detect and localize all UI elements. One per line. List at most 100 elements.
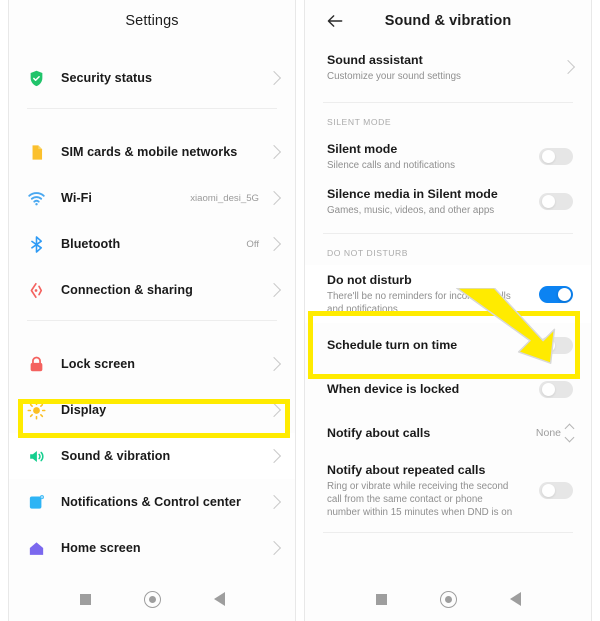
speaker-volume-icon	[27, 447, 61, 466]
list-item-when-device-is-locked[interactable]: When device is locked	[305, 367, 591, 411]
stepper-value: None	[535, 427, 561, 439]
list-item-subtitle: Customize your sound settings	[327, 70, 461, 82]
sidebar-item-connection-sharing[interactable]: Connection & sharing	[9, 267, 295, 313]
back-arrow-icon[interactable]	[325, 11, 345, 31]
list-item-control: None	[535, 423, 575, 443]
sidebar-item-label: Bluetooth	[61, 237, 121, 251]
sidebar-item-sound-vibration[interactable]: Sound & vibration	[9, 433, 295, 479]
sidebar-item-label: Wi-Fi	[61, 191, 92, 205]
sidebar-item-lock-screen[interactable]: Lock screen	[9, 341, 295, 387]
section-label-silent-mode: SILENT MODE	[327, 117, 392, 127]
sidebar-item-sim-cards[interactable]: SIM cards & mobile networks	[9, 129, 295, 175]
list-item-silence-media[interactable]: Silence media in Silent mode Games, musi…	[305, 179, 591, 224]
list-item-title: Silent mode	[327, 142, 398, 156]
sidebar-item-label: Connection & sharing	[61, 283, 193, 297]
chevron-right-icon	[266, 494, 282, 510]
bluetooth-icon	[27, 235, 61, 254]
list-item-control	[539, 193, 573, 210]
do-not-disturb-toggle[interactable]	[539, 285, 573, 303]
sidebar-item-wifi[interactable]: Wi-Fi xiaomi_desi_5G	[9, 175, 295, 221]
back-triangle-icon[interactable]	[213, 592, 225, 606]
silence-media-toggle[interactable]	[539, 193, 573, 210]
list-item-notify-about-calls[interactable]: Notify about calls None	[305, 411, 591, 455]
settings-panel: Settings Security status SIM cards & mob…	[8, 0, 296, 621]
list-item-schedule-turn-on-time[interactable]: Schedule turn on time	[305, 323, 591, 367]
sim-card-icon	[27, 143, 61, 162]
list-item-title: When device is locked	[327, 382, 460, 396]
chevron-right-icon	[266, 236, 282, 252]
list-item-texts: Notify about repeated calls Ring or vibr…	[327, 455, 529, 526]
list-item-title: Schedule turn on time	[327, 338, 458, 352]
android-navigation-bar	[305, 577, 591, 621]
chevron-right-icon	[560, 59, 576, 75]
list-item-subtitle: Ring or vibrate while receiving the seco…	[327, 481, 513, 518]
shield-check-icon	[27, 69, 61, 88]
list-item-texts: Silent mode Silence calls and notificati…	[327, 134, 529, 179]
list-item-title: Do not disturb	[327, 273, 412, 287]
schedule-turn-on-time-toggle[interactable]	[539, 336, 573, 354]
sidebar-item-security-status[interactable]: Security status	[9, 55, 295, 101]
list-item-control	[539, 148, 573, 165]
sidebar-item-label: Display	[61, 403, 107, 417]
page-title: Sound & vibration	[384, 13, 512, 29]
divider	[27, 108, 277, 109]
sidebar-item-notifications[interactable]: Notifications & Control center	[9, 479, 295, 525]
sound-vibration-header: Sound & vibration	[305, 0, 591, 42]
chevron-right-icon	[266, 402, 282, 418]
recents-square-icon[interactable]	[79, 593, 91, 605]
connection-sharing-icon	[27, 281, 61, 300]
list-item-subtitle: Silence calls and notifications	[327, 160, 455, 171]
sidebar-item-label: Home screen	[61, 541, 141, 555]
list-item-silent-mode[interactable]: Silent mode Silence calls and notificati…	[305, 134, 591, 179]
sound-vibration-panel: Sound & vibration Sound assistant Custom…	[304, 0, 592, 621]
divider	[323, 532, 573, 533]
chevron-right-icon	[266, 190, 282, 206]
screenshot-root: Settings Security status SIM cards & mob…	[0, 0, 600, 621]
recents-square-icon[interactable]	[375, 593, 387, 605]
list-item-title: Notify about repeated calls	[327, 463, 486, 477]
list-item-control	[539, 336, 573, 354]
sidebar-item-label: SIM cards & mobile networks	[61, 145, 238, 159]
list-item-sound-assistant[interactable]: Sound assistant Customize your sound set…	[305, 42, 591, 92]
sidebar-item-label: Lock screen	[61, 357, 136, 371]
android-navigation-bar	[9, 577, 295, 621]
lock-icon	[27, 355, 61, 374]
list-item-control	[539, 482, 573, 499]
chevron-updown-icon	[564, 423, 575, 443]
back-triangle-icon[interactable]	[509, 592, 521, 606]
list-item-control	[560, 59, 576, 75]
divider	[27, 320, 277, 321]
list-item-control	[539, 285, 573, 303]
notifications-icon	[27, 493, 61, 512]
chevron-right-icon	[266, 540, 282, 556]
list-item-subtitle: Games, music, videos, and other apps	[327, 205, 495, 216]
list-item-texts: Silence media in Silent mode Games, musi…	[327, 179, 529, 224]
list-item-title: Sound assistant	[327, 52, 423, 67]
sidebar-item-display[interactable]: Display	[9, 387, 295, 433]
list-item-notify-repeated-calls[interactable]: Notify about repeated calls Ring or vibr…	[305, 455, 591, 526]
brightness-sun-icon	[27, 400, 61, 420]
chevron-right-icon	[266, 356, 282, 372]
chevron-right-icon	[266, 144, 282, 160]
list-item-texts: Do not disturb There'll be no reminders …	[327, 265, 529, 323]
wifi-network-value: xiaomi_desi_5G	[190, 192, 259, 204]
list-item-subtitle: There'll be no reminders for incoming ca…	[327, 291, 511, 315]
wifi-icon	[27, 189, 61, 208]
bluetooth-state-value: Off	[246, 238, 259, 250]
settings-header: Settings	[9, 0, 295, 42]
chevron-right-icon	[266, 70, 282, 86]
notify-about-calls-stepper[interactable]: None	[535, 423, 575, 443]
sidebar-item-bluetooth[interactable]: Bluetooth Off	[9, 221, 295, 267]
list-item-do-not-disturb[interactable]: Do not disturb There'll be no reminders …	[305, 265, 591, 323]
sidebar-item-label: Notifications & Control center	[61, 495, 241, 509]
when-device-locked-toggle[interactable]	[539, 380, 573, 398]
notify-repeated-calls-toggle[interactable]	[539, 482, 573, 499]
home-circle-icon[interactable]	[439, 590, 457, 608]
home-icon	[27, 539, 61, 558]
silent-mode-toggle[interactable]	[539, 148, 573, 165]
home-circle-icon[interactable]	[143, 590, 161, 608]
sidebar-item-home-screen[interactable]: Home screen	[9, 525, 295, 571]
